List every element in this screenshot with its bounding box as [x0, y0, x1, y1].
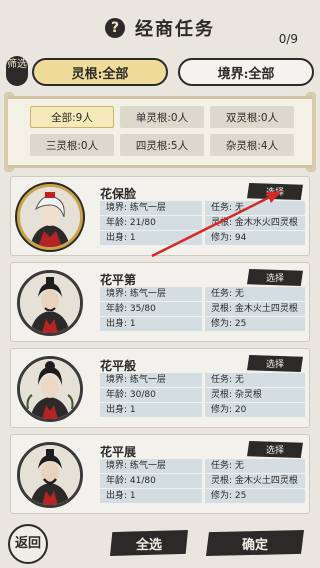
chip-triple-root[interactable]: 三灵根:0人 — [30, 134, 114, 156]
disciple-name: 花保脸 — [100, 187, 137, 201]
birth-field: 出身: 1 — [100, 403, 202, 417]
avatar — [17, 270, 83, 336]
age-field: 年龄: 21/80 — [100, 216, 202, 230]
disciple-card[interactable]: 花平般 选择 境界: 练气一层 任务: 无 年龄: 30/80 灵根: 杂灵根 … — [10, 348, 310, 428]
realm-field: 境界: 练气一层 — [100, 201, 202, 215]
realm-field: 境界: 练气一层 — [100, 287, 202, 301]
age-field: 年龄: 30/80 — [100, 388, 202, 402]
spirit-root-filter-button[interactable]: 灵根:全部 — [32, 58, 168, 86]
avatar — [17, 184, 83, 250]
select-button[interactable]: 选择 — [247, 355, 303, 372]
birth-field: 出身: 1 — [100, 317, 202, 331]
question-icon[interactable]: ? — [105, 18, 125, 38]
back-button[interactable]: 返回 — [8, 524, 48, 564]
root-field: 灵根: 金木水火四灵根 — [205, 216, 305, 230]
filter-row: 灵根:全部 境界:全部 — [32, 58, 314, 86]
disciple-name: 花平第 — [100, 273, 137, 287]
realm-field: 境界: 练气一层 — [100, 459, 202, 473]
select-button[interactable]: 选择 — [247, 441, 303, 458]
select-button[interactable]: 选择 — [247, 183, 303, 200]
disciple-card[interactable]: 花保脸 选择 境界: 练气一层 任务: 无 年龄: 21/80 灵根: 金木水火… — [10, 176, 310, 256]
header: ? 经商任务 — [0, 0, 320, 56]
chip-single-root[interactable]: 单灵根:0人 — [120, 106, 204, 128]
age-field: 年龄: 41/80 — [100, 474, 202, 488]
power-field: 修为: 94 — [205, 231, 305, 245]
power-field: 修为: 25 — [205, 317, 305, 331]
realm-field: 境界: 练气一层 — [100, 373, 202, 387]
chip-quad-root[interactable]: 四灵根:5人 — [120, 134, 204, 156]
page-title: 经商任务 — [135, 19, 215, 40]
confirm-button[interactable]: 确定 — [206, 530, 304, 556]
disciple-name: 花平般 — [100, 359, 137, 373]
chip-all[interactable]: 全部:9人 — [30, 106, 114, 128]
power-field: 修为: 20 — [205, 403, 305, 417]
birth-field: 出身: 1 — [100, 489, 202, 503]
task-field: 任务: 无 — [205, 459, 305, 473]
root-field: 灵根: 杂灵根 — [205, 388, 305, 402]
birth-field: 出身: 1 — [100, 231, 202, 245]
avatar — [17, 442, 83, 508]
task-field: 任务: 无 — [205, 201, 305, 215]
disciple-card[interactable]: 花平第 选择 境界: 练气一层 任务: 无 年龄: 35/80 灵根: 金木火土… — [10, 262, 310, 342]
task-field: 任务: 无 — [205, 287, 305, 301]
realm-filter-button[interactable]: 境界:全部 — [178, 58, 314, 86]
chip-mixed-root[interactable]: 杂灵根:4人 — [210, 134, 294, 156]
filter-badge[interactable]: 筛选 — [6, 56, 28, 86]
disciple-list[interactable]: 花保脸 选择 境界: 练气一层 任务: 无 年龄: 21/80 灵根: 金木水火… — [8, 176, 312, 514]
task-field: 任务: 无 — [205, 373, 305, 387]
disciple-card[interactable]: 花平展 选择 境界: 练气一层 任务: 无 年龄: 41/80 灵根: 金木火土… — [10, 434, 310, 514]
chip-double-root[interactable]: 双灵根:0人 — [210, 106, 294, 128]
select-all-button[interactable]: 全选 — [110, 530, 188, 556]
root-field: 灵根: 金木火土四灵根 — [205, 474, 305, 488]
root-field: 灵根: 金木火土四灵根 — [205, 302, 305, 316]
disciple-name: 花平展 — [100, 445, 137, 459]
selection-counter: 0/9 — [278, 32, 298, 46]
power-field: 修为: 25 — [205, 489, 305, 503]
age-field: 年龄: 35/80 — [100, 302, 202, 316]
avatar — [17, 356, 83, 422]
select-button[interactable]: 选择 — [247, 269, 303, 286]
spirit-root-panel: 全部:9人 单灵根:0人 双灵根:0人 三灵根:0人 四灵根:5人 杂灵根:4人 — [8, 96, 312, 168]
